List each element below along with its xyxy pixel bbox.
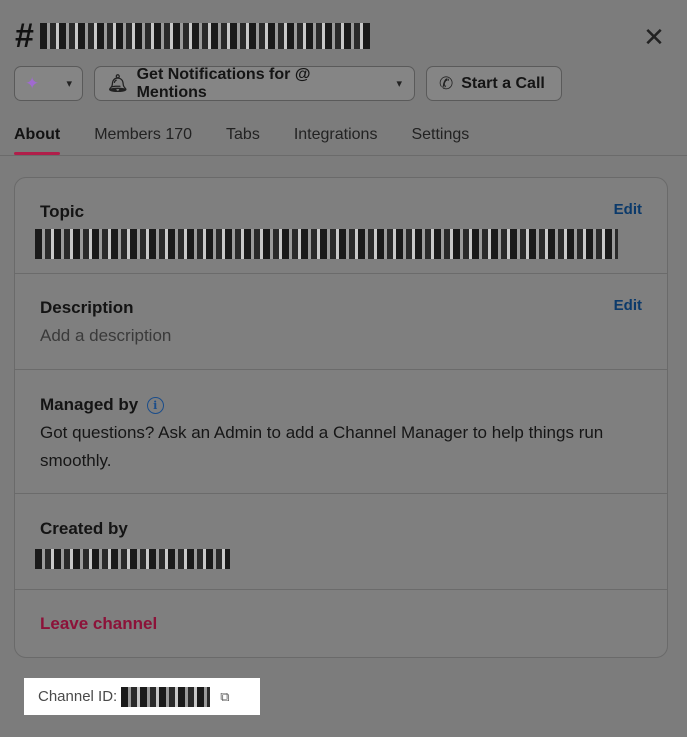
topic-label: Topic <box>40 202 85 221</box>
channel-name-redacted <box>39 23 370 49</box>
creator-name-redacted <box>35 549 230 569</box>
channel-id-label: Channel ID: <box>38 688 118 705</box>
tab-divider <box>0 155 687 156</box>
managed-by-label: Managed by <box>40 395 139 414</box>
tab-about[interactable]: About <box>14 118 61 156</box>
action-buttons: ✦ ▾ 🔔︎ Get Notifications for @ Mentions … <box>14 66 562 101</box>
sparkles-icon: ✦ <box>25 73 40 93</box>
chevron-down-icon: ▾ <box>396 78 402 90</box>
channel-id-redacted <box>121 686 211 707</box>
start-call-label: Start a Call <box>461 74 545 92</box>
description-section[interactable]: Description Edit Add a description <box>15 274 667 369</box>
topic-section[interactable]: Topic Edit <box>15 178 667 273</box>
tab-bar: About Members 170 Tabs Integrations Sett… <box>14 118 687 156</box>
notifications-label: Get Notifications for @ Mentions <box>136 65 311 101</box>
managed-by-text: Got questions? Ask an Admin to add a Cha… <box>40 423 604 470</box>
copy-icon[interactable]: ⧉ <box>220 689 229 705</box>
description-placeholder: Add a description <box>40 326 172 345</box>
topic-value-redacted <box>35 229 618 259</box>
managed-by-section: Managed by i Got questions? Ask an Admin… <box>15 370 667 493</box>
description-label: Description <box>40 298 134 317</box>
channel-hash: # <box>15 17 34 55</box>
close-icon: ✕ <box>643 21 665 52</box>
created-by-label: Created by <box>40 519 128 538</box>
notifications-button[interactable]: 🔔︎ Get Notifications for @ Mentions ▾ <box>94 66 415 101</box>
tab-integrations[interactable]: Integrations <box>294 118 378 156</box>
leave-channel-link[interactable]: Leave channel <box>40 614 157 634</box>
channel-id-row: Channel ID: ⧉ <box>24 678 260 715</box>
tab-settings[interactable]: Settings <box>411 118 469 156</box>
tab-tabs[interactable]: Tabs <box>226 118 260 156</box>
close-button[interactable]: ✕ <box>639 22 669 52</box>
topic-edit-link[interactable]: Edit <box>614 201 642 218</box>
chevron-down-icon: ▾ <box>66 78 72 90</box>
managed-by-heading: Managed by i <box>40 395 164 415</box>
info-icon[interactable]: i <box>146 397 164 415</box>
bell-icon: 🔔︎ <box>107 73 129 93</box>
phone-icon: ✆ <box>439 73 454 93</box>
description-edit-link[interactable]: Edit <box>614 297 642 314</box>
leave-section: Leave channel <box>15 590 667 657</box>
about-card: Topic Edit Description Edit Add a descri… <box>14 177 668 658</box>
ai-menu-button[interactable]: ✦ ▾ <box>14 66 83 101</box>
start-call-button[interactable]: ✆ Start a Call <box>426 66 562 101</box>
created-by-section: Created by <box>15 494 667 589</box>
title-row: # <box>15 14 672 58</box>
tab-members[interactable]: Members 170 <box>94 118 192 156</box>
